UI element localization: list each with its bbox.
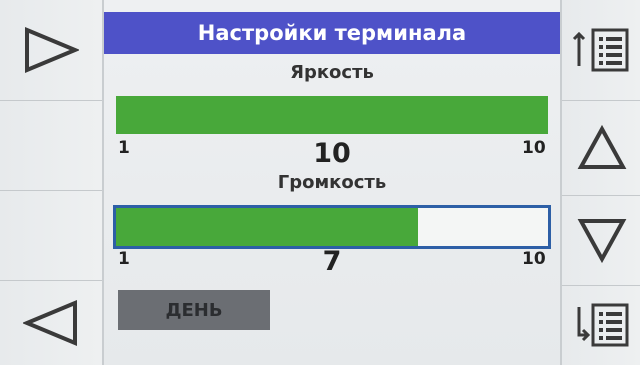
volume-max: 10 (522, 249, 546, 269)
back-button[interactable] (0, 280, 102, 365)
volume-bar[interactable] (113, 205, 551, 249)
terminal-screen: Настройки терминала Яркость 1 10 10 Гром… (0, 0, 640, 365)
brightness-max: 10 (522, 138, 546, 158)
left-empty-slot-1 (0, 100, 102, 191)
volume-fill (116, 208, 419, 246)
volume-value: 7 (322, 246, 342, 277)
brightness-bar[interactable] (116, 96, 548, 134)
play-right-icon (25, 27, 79, 73)
list-up-button[interactable] (562, 0, 640, 101)
brightness-value: 10 (313, 138, 351, 169)
right-nav-panel (560, 0, 640, 365)
left-nav-panel (0, 0, 104, 365)
day-mode-button[interactable]: ДЕНЬ (118, 290, 270, 330)
back-left-icon (23, 299, 77, 346)
arrow-down-icon (577, 219, 627, 263)
page-title: Настройки терминала (104, 12, 560, 54)
volume-label: Громкость (277, 172, 387, 193)
up-button[interactable] (562, 100, 640, 196)
down-button[interactable] (562, 195, 640, 286)
list-down-button[interactable] (562, 285, 640, 365)
arrow-up-icon (577, 124, 627, 169)
brightness-fill (116, 96, 548, 134)
list-down-icon (577, 303, 629, 347)
next-button[interactable] (0, 0, 102, 101)
list-up-icon (572, 28, 629, 72)
left-empty-slot-2 (0, 190, 102, 281)
brightness-label: Яркость (290, 62, 374, 83)
settings-panel: Настройки терминала Яркость 1 10 10 Гром… (104, 0, 560, 365)
